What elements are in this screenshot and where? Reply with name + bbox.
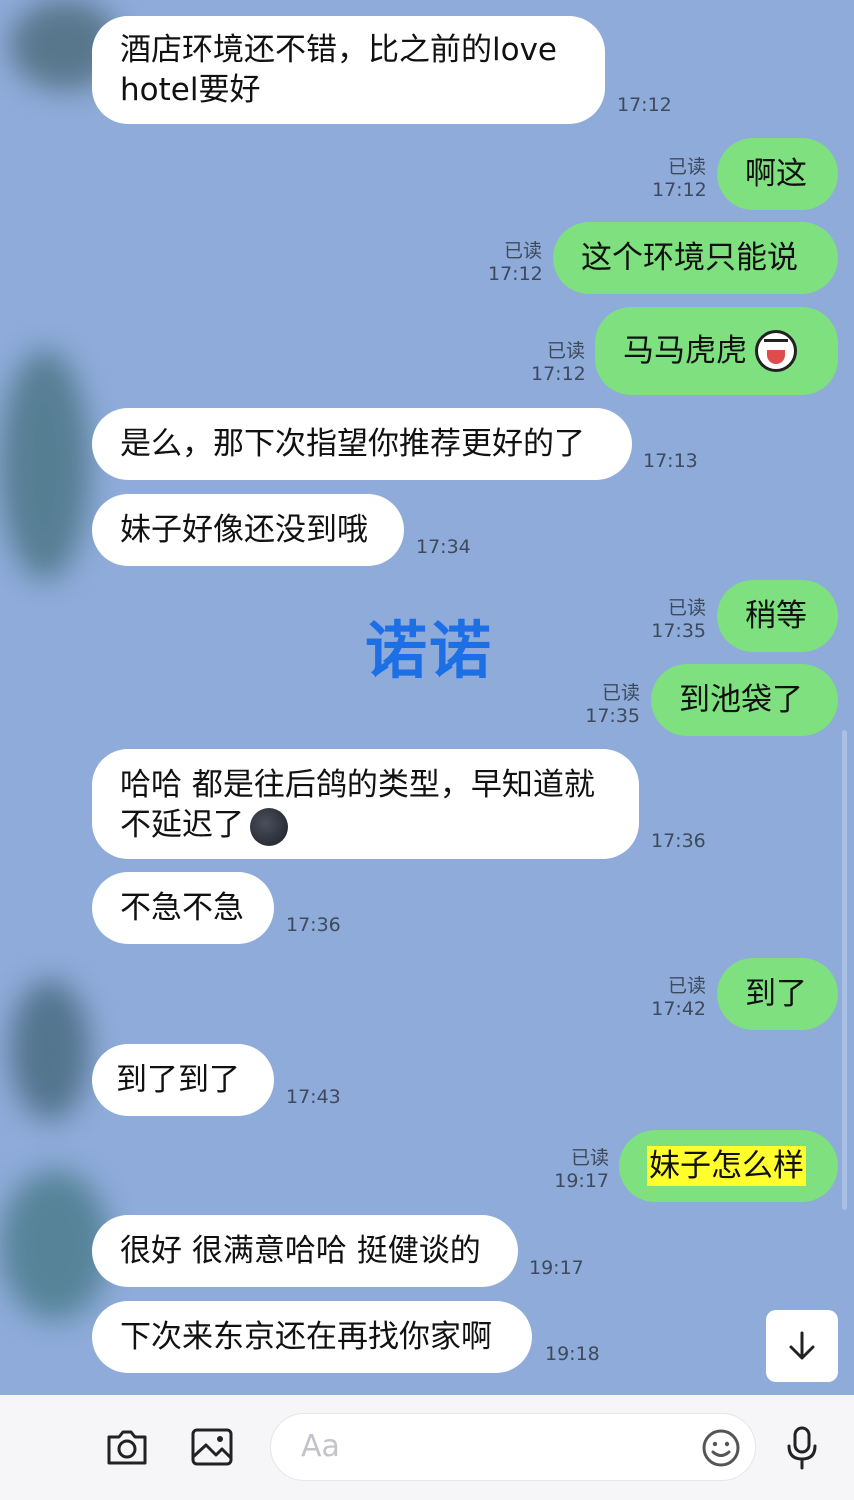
voice-button[interactable] [778,1423,826,1473]
message-bubble-incoming[interactable]: 不急不急 [92,872,274,944]
message-text: 不急不急 [120,890,244,926]
emoji-button[interactable] [699,1426,743,1470]
message-time: 17:36 [651,830,706,852]
message-time: 17:43 [286,1086,341,1108]
message-bubble-incoming[interactable]: 酒店环境还不错，比之前的love hotel要好 [92,16,605,124]
message-input-placeholder: Aa [301,1429,340,1464]
message-bubble-incoming[interactable]: 妹子好像还没到哦 [92,494,404,566]
message-time: 17:34 [416,536,471,558]
message-bubble-incoming[interactable]: 是么，那下次指望你推荐更好的了 [92,408,632,480]
emoji-icon [702,1429,740,1467]
camera-button[interactable] [100,1423,154,1471]
read-receipt: 已读 17:12 [488,240,543,285]
message-bubble-outgoing[interactable]: 稍等 [717,580,838,652]
message-text: 到池袋了 [679,682,803,718]
message-text: 到了到了 [116,1062,240,1098]
message-bubble-outgoing[interactable]: 啊这 [717,138,838,210]
scroll-to-bottom-button[interactable] [766,1310,838,1382]
message-bubble-outgoing[interactable]: 到池袋了 [651,664,838,736]
message-text: 稍等 [745,598,807,634]
message-bubble-incoming[interactable]: 到了到了 [92,1044,274,1116]
blurred-avatar [0,350,90,580]
message-bubble-outgoing[interactable]: 马马虎虎 [595,307,838,395]
message-text: 不延迟了 [120,807,244,843]
message-text: 到了 [745,976,807,1012]
message-bubble-incoming[interactable]: 下次来东京还在再找你家啊 [92,1301,532,1373]
message-input[interactable]: Aa [270,1413,756,1481]
message-time: 19:17 [529,1257,584,1279]
message-text: 下次来东京还在再找你家啊 [120,1319,492,1355]
message-bubble-incoming[interactable]: 哈哈 都是往后鸽的类型，早知道就 不延迟了 [92,749,639,859]
message-time: 19:18 [545,1343,600,1365]
message-time: 17:13 [643,450,698,472]
message-text: 是么，那下次指望你推荐更好的了 [120,426,585,462]
message-bubble-outgoing[interactable]: 这个环境只能说 [553,222,838,294]
image-icon [191,1428,233,1466]
message-bubble-outgoing[interactable]: 妹子怎么样 [619,1130,838,1202]
scrollbar[interactable] [842,730,847,1210]
message-text: 妹子好像还没到哦 [120,512,368,548]
message-text: 很好 很满意哈哈 挺健谈的 [120,1233,481,1269]
new-moon-face-icon [250,807,288,846]
watermark: 诺诺 [365,614,494,687]
message-bubble-incoming[interactable]: 很好 很满意哈哈 挺健谈的 [92,1215,518,1287]
arrow-down-icon [789,1331,815,1360]
microphone-icon [787,1426,817,1470]
message-text: 酒店环境还不错，比之前的love [120,32,557,68]
message-bubble-outgoing[interactable]: 到了 [717,958,838,1030]
blurred-avatar [10,980,90,1120]
message-text: 啊这 [745,156,807,192]
message-text: 妹子怎么样 [647,1146,806,1186]
read-receipt: 已读 17:35 [585,682,640,727]
camera-icon [107,1430,147,1465]
chat-area[interactable]: 酒店环境还不错，比之前的love hotel要好 17:12 已读 17:12 啊… [0,0,854,1395]
read-receipt: 已读 17:12 [652,156,707,201]
message-text: 哈哈 都是往后鸽的类型，早知道就 [120,767,595,803]
read-receipt: 已读 19:17 [554,1147,609,1192]
message-time: 17:12 [617,94,672,116]
image-button[interactable] [185,1423,239,1471]
message-time: 17:36 [286,914,341,936]
message-text: 马马虎虎 [623,333,747,369]
message-text: hotel要好 [120,72,261,108]
message-text: 这个环境只能说 [581,240,798,276]
read-receipt: 已读 17:35 [651,597,706,642]
read-receipt: 已读 17:42 [651,975,706,1020]
laughing-crying-face-icon [755,330,797,372]
read-receipt: 已读 17:12 [531,340,586,385]
composer-bar: Aa [0,1395,854,1500]
